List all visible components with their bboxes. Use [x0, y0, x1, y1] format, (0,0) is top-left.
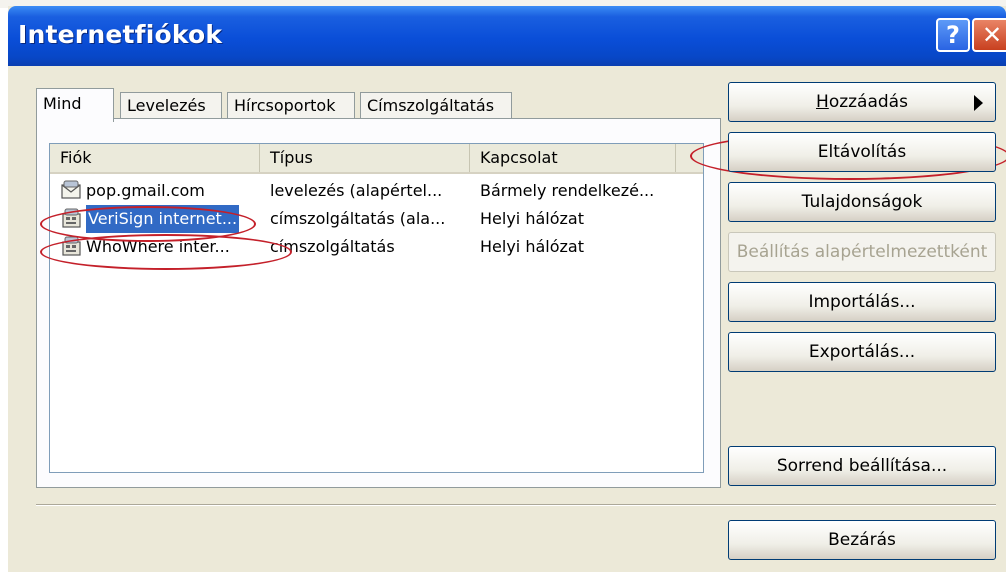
list-row[interactable]: VeriSign internet... címszolgáltatás (al…: [50, 205, 703, 233]
column-header-kapcsolat[interactable]: Kapcsolat: [470, 144, 676, 172]
import-button[interactable]: Importálás...: [728, 282, 996, 322]
set-order-button[interactable]: Sorrend beállítása...: [728, 446, 996, 486]
add-button[interactable]: Hozzáadás: [728, 82, 996, 122]
submenu-arrow-icon: [974, 95, 983, 111]
account-name-cell: WhoWhere inter...: [60, 233, 230, 261]
tab-mind[interactable]: Mind: [36, 88, 114, 122]
separator: [36, 504, 996, 506]
account-type: címszolgáltatás (ala...: [270, 209, 446, 228]
accounts-list[interactable]: Fiók Típus Kapcsolat pop.gmail.com level…: [49, 143, 704, 473]
account-type: levelezés (alapértel...: [270, 181, 443, 200]
help-button[interactable]: ?: [936, 18, 970, 52]
remove-button[interactable]: Eltávolítás: [728, 132, 996, 172]
account-connection: Helyi hálózat: [480, 209, 584, 228]
tab-panel: Fiók Típus Kapcsolat pop.gmail.com level…: [36, 118, 721, 488]
directory-service-icon: [62, 208, 81, 228]
account-name-cell: VeriSign internet...: [60, 205, 240, 233]
column-header-fiok[interactable]: Fiók: [50, 144, 260, 172]
list-header: Fiók Típus Kapcsolat: [50, 144, 703, 174]
account-type: címszolgáltatás: [270, 237, 395, 256]
list-row[interactable]: pop.gmail.com levelezés (alapértel... Bá…: [50, 177, 703, 205]
export-button[interactable]: Exportálás...: [728, 332, 996, 372]
internet-accounts-dialog: Internetfiókok ? ✕ Mind Levelezés Hírcso…: [8, 6, 1006, 572]
mail-account-icon: [61, 180, 81, 199]
tab-hircsoportok[interactable]: Hírcsoportok: [227, 92, 355, 118]
account-name: pop.gmail.com: [86, 181, 205, 200]
properties-button[interactable]: Tulajdonságok: [728, 182, 996, 222]
title-bar[interactable]: Internetfiókok ? ✕: [8, 6, 1006, 66]
close-button[interactable]: Bezárás: [728, 520, 996, 560]
window-title: Internetfiókok: [18, 20, 223, 49]
account-name: WhoWhere inter...: [86, 237, 230, 256]
list-row[interactable]: WhoWhere inter... címszolgáltatás Helyi …: [50, 233, 703, 261]
add-button-label: ozzáadás: [828, 92, 908, 112]
tab-levelezes[interactable]: Levelezés: [120, 92, 222, 118]
column-header-tipus[interactable]: Típus: [260, 144, 470, 172]
close-window-button[interactable]: ✕: [972, 18, 1006, 52]
add-button-mnemonic: H: [816, 92, 829, 112]
set-default-button[interactable]: Beállítás alapértelmezettként: [728, 232, 996, 272]
account-name: VeriSign internet...: [86, 205, 240, 233]
account-connection: Bármely rendelkezé...: [480, 181, 655, 200]
account-connection: Helyi hálózat: [480, 237, 584, 256]
tab-cimszolgaltatas[interactable]: Címszolgáltatás: [360, 92, 512, 118]
directory-service-icon: [62, 236, 81, 256]
account-name-cell: pop.gmail.com: [60, 177, 205, 205]
